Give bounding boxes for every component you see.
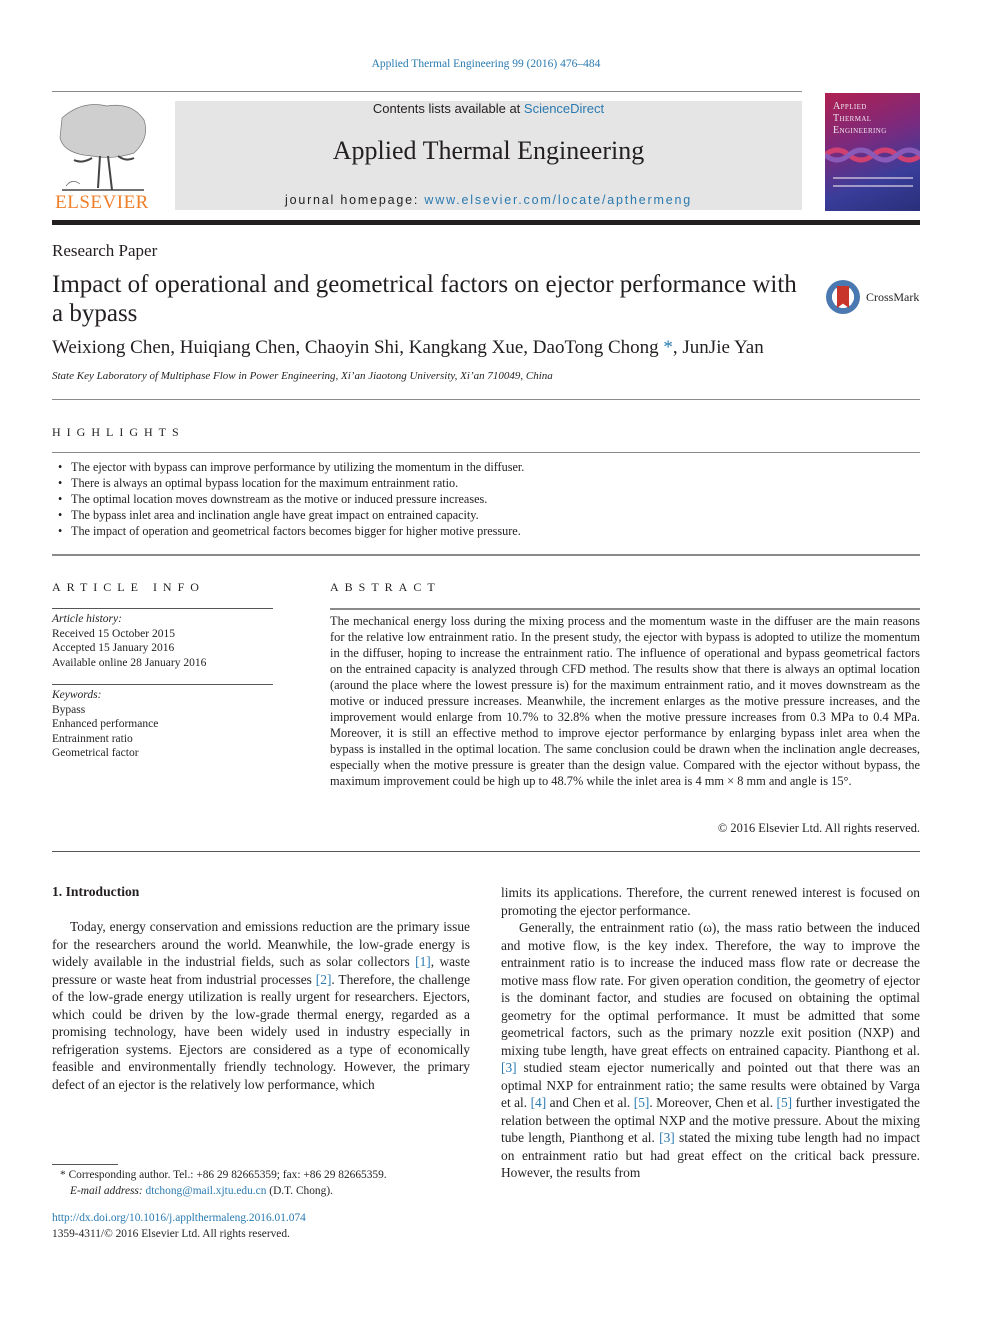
journal-homepage-link[interactable]: www.elsevier.com/locate/apthermeng [424, 193, 692, 207]
divider [52, 452, 920, 453]
citation-link[interactable]: [5] [777, 1095, 793, 1110]
body-column-right: limits its applications. Therefore, the … [501, 884, 920, 1182]
text-run: . Therefore, the challenge of the low-gr… [52, 971, 471, 1092]
contents-line: Contents lists available at ScienceDirec… [175, 101, 802, 116]
history-online: Available online 28 January 2016 [52, 656, 207, 669]
citation-link[interactable]: [5] [634, 1095, 650, 1110]
article-history: Article history: Received 15 October 201… [52, 612, 206, 670]
journal-masthead: Contents lists available at ScienceDirec… [175, 101, 802, 210]
bullet-icon: • [58, 492, 63, 506]
elsevier-wordmark[interactable]: ELSEVIER [50, 192, 154, 214]
footnote-star: * [60, 1169, 66, 1181]
body-column-left: Today, energy conservation and emissions… [52, 918, 470, 1093]
history-heading: Article history: [52, 613, 122, 625]
paragraph: Generally, the entrainment ratio (ω), th… [501, 919, 920, 1182]
article-title: Impact of operational and geometrical fa… [52, 271, 797, 327]
email-suffix: (D.T. Chong). [266, 1184, 333, 1197]
abstract-text: The mechanical energy loss during the mi… [330, 614, 920, 788]
keywords-heading: Keywords: [52, 689, 102, 701]
history-received: Received 15 October 2015 [52, 627, 175, 640]
text-run: . Moreover, Chen et al. [649, 1095, 777, 1110]
header-rule [52, 91, 802, 92]
journal-reference-link[interactable]: Applied Thermal Engineering 99 (2016) 47… [0, 58, 972, 70]
doi-block: http://dx.doi.org/10.1016/j.applthermale… [52, 1211, 306, 1242]
homepage-line: journal homepage: www.elsevier.com/locat… [175, 193, 802, 207]
citation-link[interactable]: [1] [415, 954, 431, 969]
highlight-item: • The bypass inlet area and inclination a… [56, 507, 916, 523]
cover-subtitle-bar [833, 185, 913, 187]
authors-text: Weixiong Chen, Huiqiang Chen, Chaoyin Sh… [52, 337, 664, 358]
text-run: Today, energy conservation and emissions… [52, 919, 470, 969]
keyword: Enhanced performance [52, 718, 159, 730]
email-link[interactable]: dtchong@mail.xjtu.edu.cn [146, 1185, 267, 1197]
divider [52, 851, 920, 852]
divider [52, 608, 273, 609]
divider [52, 684, 273, 685]
keyword: Bypass [52, 703, 86, 716]
homepage-prefix: journal homepage: [285, 193, 425, 207]
authors-text: , JunJie Yan [672, 337, 764, 358]
crossmark-label: CrossMark [866, 290, 920, 304]
masthead-thick-rule [52, 220, 920, 225]
article-type: Research Paper [52, 241, 158, 260]
highlight-text: The bypass inlet area and inclination an… [71, 508, 479, 522]
highlight-item: • The ejector with bypass can improve per… [56, 459, 916, 475]
highlight-text: The optimal location moves downstream as… [71, 492, 488, 506]
issn-line: 1359-4311/© 2016 Elsevier Ltd. All right… [52, 1227, 290, 1240]
affiliation: State Key Laboratory of Multiphase Flow … [52, 370, 553, 382]
highlight-item: • The impact of operation and geometrical… [56, 523, 916, 539]
corresponding-text: Corresponding author. Tel.: +86 29 82665… [68, 1169, 387, 1181]
journal-title: Applied Thermal Engineering [332, 136, 645, 165]
email-label: E-mail address: [70, 1184, 146, 1197]
corresponding-author-note: * Corresponding author. Tel.: +86 29 826… [60, 1168, 387, 1184]
highlights-list: • The ejector with bypass can improve per… [56, 459, 916, 539]
paragraph: limits its applications. Therefore, the … [501, 885, 920, 918]
cover-title-line: Applied [833, 101, 867, 112]
bullet-icon: • [58, 508, 63, 522]
abstract-heading: ABSTRACT [330, 580, 441, 594]
corresponding-author-star-link[interactable]: * [663, 337, 673, 358]
citation-link[interactable]: [3] [659, 1130, 675, 1145]
highlight-item: • There is always an optimal bypass locat… [56, 475, 916, 491]
citation-link[interactable]: [2] [316, 972, 332, 987]
citation-link[interactable]: [4] [531, 1095, 547, 1110]
abstract-copyright: © 2016 Elsevier Ltd. All rights reserved… [717, 821, 920, 835]
divider [52, 554, 920, 556]
sciencedirect-link[interactable]: ScienceDirect [524, 101, 604, 116]
doi-link[interactable]: http://dx.doi.org/10.1016/j.applthermale… [52, 1211, 306, 1227]
text-run: Generally, the entrainment ratio (ω), th… [501, 920, 920, 1058]
contents-prefix: Contents lists available at [372, 101, 524, 116]
email-line: E-mail address: dtchong@mail.xjtu.edu.cn… [60, 1184, 387, 1200]
author-list: Weixiong Chen, Huiqiang Chen, Chaoyin Sh… [52, 337, 764, 359]
divider [52, 399, 920, 400]
article-info-heading: ARTICLE INFO [52, 580, 205, 594]
paragraph: Today, energy conservation and emissions… [52, 918, 470, 1093]
crossmark-button[interactable]: CrossMark [826, 280, 926, 314]
highlight-item: • The optimal location moves downstream a… [56, 491, 916, 507]
footnote: * Corresponding author. Tel.: +86 29 826… [60, 1168, 387, 1199]
cover-subtitle-bar [833, 177, 913, 179]
bullet-icon: • [58, 460, 63, 474]
bullet-icon: • [58, 476, 63, 490]
bullet-icon: • [58, 524, 63, 538]
cover-title: Applied Thermal Engineering [833, 101, 887, 137]
section-heading-introduction: 1. Introduction [52, 884, 140, 899]
highlight-text: The impact of operation and geometrical … [71, 524, 521, 538]
highlights-heading: HIGHLIGHTS [52, 425, 185, 439]
divider [330, 608, 920, 610]
highlight-text: The ejector with bypass can improve perf… [71, 460, 525, 474]
text-run: and Chen et al. [546, 1095, 634, 1110]
highlight-text: There is always an optimal bypass locati… [71, 476, 459, 490]
cover-wave-graphic-icon [825, 147, 920, 163]
keywords: Keywords: Bypass Enhanced performance En… [52, 688, 158, 761]
journal-cover-image[interactable]: Applied Thermal Engineering [825, 93, 920, 211]
cover-title-line: Engineering [833, 125, 887, 136]
keyword: Geometrical factor [52, 747, 139, 759]
citation-link[interactable]: [3] [501, 1060, 517, 1075]
history-accepted: Accepted 15 January 2016 [52, 642, 175, 654]
footnote-rule [52, 1164, 118, 1165]
keyword: Entrainment ratio [52, 732, 133, 745]
cover-title-line: Thermal [833, 113, 872, 124]
